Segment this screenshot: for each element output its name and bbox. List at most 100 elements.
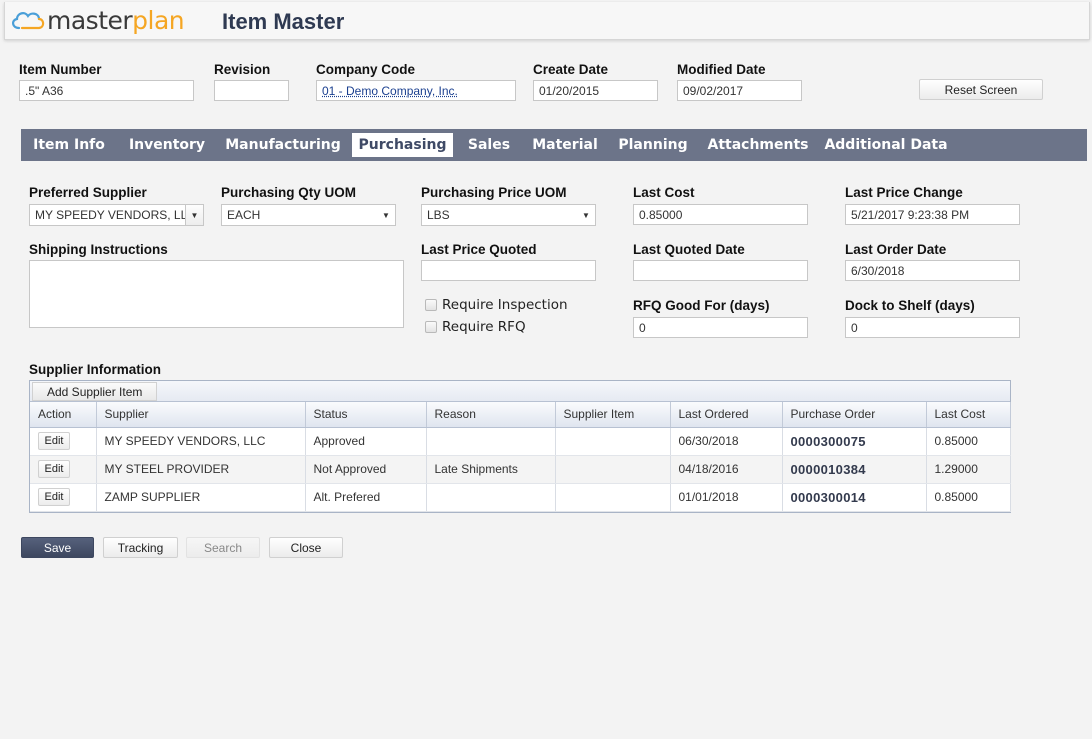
column-header-last-cost[interactable]: Last Cost [926,402,1011,428]
action-cell: Edit [30,455,97,484]
app-header: masterplan Item Master [4,2,1090,40]
save-button[interactable]: Save [21,537,94,558]
checkbox-icon[interactable] [425,321,437,333]
column-header-action[interactable]: Action [30,402,97,428]
purchasing-price-uom-select[interactable]: LBS ▼ [421,204,596,226]
rfq-good-for-field[interactable]: 0 [633,317,808,338]
close-button[interactable]: Close [269,537,343,558]
item-number-field[interactable]: .5" A36 [19,80,194,101]
supplier-item-cell [555,455,671,484]
revision-label: Revision [214,62,271,77]
supplier-information-heading: Supplier Information [29,362,162,377]
column-header-status[interactable]: Status [305,402,427,428]
column-header-reason[interactable]: Reason [426,402,556,428]
add-supplier-item-button[interactable]: Add Supplier Item [32,382,158,401]
last-ordered-cell: 04/18/2016 [670,455,783,484]
modified-date-label: Modified Date [677,62,766,77]
last-cost-cell: 0.85000 [926,427,1011,456]
purchasing-qty-uom-value: EACH [227,208,261,222]
create-date-label: Create Date [533,62,609,77]
last-cost-cell: 1.29000 [926,455,1011,484]
edit-button[interactable]: Edit [38,488,70,506]
modified-date-field[interactable]: 09/02/2017 [677,80,802,101]
last-ordered-cell: 06/30/2018 [670,427,783,456]
item-number-label: Item Number [19,62,102,77]
last-price-change-label: Last Price Change [845,185,963,200]
masterplan-logo: masterplan [9,6,185,36]
tab-sales[interactable]: Sales [461,133,517,157]
create-date-field[interactable]: 01/20/2015 [533,80,658,101]
table-row[interactable]: Edit MY STEEL PROVIDER Not Approved Late… [30,455,1011,484]
supplier-grid-toolbar: Add Supplier Item [30,381,1010,402]
shipping-instructions-label: Shipping Instructions [29,242,168,257]
tab-bar: Item Info Inventory Manufacturing Purcha… [21,129,1087,161]
purchase-order-cell: 0000010384 [782,455,927,484]
last-quoted-date-field[interactable] [633,260,808,281]
tab-purchasing[interactable]: Purchasing [352,133,453,157]
column-header-purchase-order[interactable]: Purchase Order [782,402,927,428]
require-inspection-checkbox[interactable]: Require Inspection [425,297,568,313]
reason-cell: Late Shipments [426,455,556,484]
last-price-quoted-field[interactable] [421,260,596,281]
last-price-change-field[interactable]: 5/21/2017 9:23:38 PM [845,204,1020,225]
require-rfq-checkbox[interactable]: Require RFQ [425,319,526,335]
last-order-date-field[interactable]: 6/30/2018 [845,260,1020,281]
supplier-grid: Add Supplier Item Action Supplier Status… [29,380,1011,513]
rfq-good-for-label: RFQ Good For (days) [633,298,770,313]
tab-planning[interactable]: Planning [613,133,693,157]
purchasing-price-uom-value: LBS [427,208,450,222]
revision-field[interactable] [214,80,289,101]
shipping-instructions-textarea[interactable] [29,260,404,328]
preferred-supplier-label: Preferred Supplier [29,185,147,200]
tab-manufacturing[interactable]: Manufacturing [221,133,345,157]
column-header-last-ordered[interactable]: Last Ordered [670,402,783,428]
search-button[interactable]: Search [186,537,260,558]
status-cell: Approved [305,427,427,456]
supplier-table: Action Supplier Status Reason Supplier I… [30,402,1011,512]
status-cell: Not Approved [305,455,427,484]
action-cell: Edit [30,483,97,512]
purchasing-price-uom-label: Purchasing Price UOM [421,185,567,200]
reset-screen-button[interactable]: Reset Screen [919,79,1043,100]
chevron-down-icon: ▼ [185,205,203,225]
chevron-down-icon: ▼ [582,210,590,220]
column-header-supplier-item[interactable]: Supplier Item [555,402,671,428]
last-cost-field[interactable]: 0.85000 [633,204,808,225]
supplier-cell: MY SPEEDY VENDORS, LLC [96,427,306,456]
action-cell: Edit [30,427,97,456]
edit-button[interactable]: Edit [38,432,70,450]
chevron-down-icon: ▼ [382,210,390,220]
last-ordered-cell: 01/01/2018 [670,483,783,512]
purchasing-qty-uom-select[interactable]: EACH ▼ [221,204,396,226]
purchase-order-cell: 0000300014 [782,483,927,512]
tab-material[interactable]: Material [527,133,603,157]
edit-button[interactable]: Edit [38,460,70,478]
company-code-field[interactable]: 01 - Demo Company, Inc. [316,80,516,101]
logo-text: masterplan [47,6,185,36]
require-inspection-label: Require Inspection [442,297,568,313]
tracking-button[interactable]: Tracking [103,537,178,558]
reason-cell [426,483,556,512]
logo-text-suffix: plan [132,6,185,35]
reason-cell [426,427,556,456]
preferred-supplier-select[interactable]: MY SPEEDY VENDORS, LLC ▼ [29,204,204,226]
preferred-supplier-value: MY SPEEDY VENDORS, LLC [35,208,196,222]
last-cost-cell: 0.85000 [926,483,1011,512]
tab-item-info[interactable]: Item Info [26,133,112,157]
purchasing-qty-uom-label: Purchasing Qty UOM [221,185,357,200]
checkbox-icon[interactable] [425,299,437,311]
column-header-supplier[interactable]: Supplier [96,402,306,428]
dock-to-shelf-field[interactable]: 0 [845,317,1020,338]
purchase-order-cell: 0000300075 [782,427,927,456]
last-order-date-label: Last Order Date [845,242,947,257]
table-header-row: Action Supplier Status Reason Supplier I… [30,402,1011,428]
status-cell: Alt. Prefered [305,483,427,512]
tab-attachments[interactable]: Attachments [703,133,813,157]
tab-additional-data[interactable]: Additional Data [824,133,948,157]
tab-inventory[interactable]: Inventory [122,133,212,157]
cloud-logo-icon [12,12,45,30]
dock-to-shelf-label: Dock to Shelf (days) [845,298,975,313]
table-row[interactable]: Edit ZAMP SUPPLIER Alt. Prefered 01/01/2… [30,483,1011,512]
table-row[interactable]: Edit MY SPEEDY VENDORS, LLC Approved 06/… [30,427,1011,456]
require-rfq-label: Require RFQ [442,319,526,335]
